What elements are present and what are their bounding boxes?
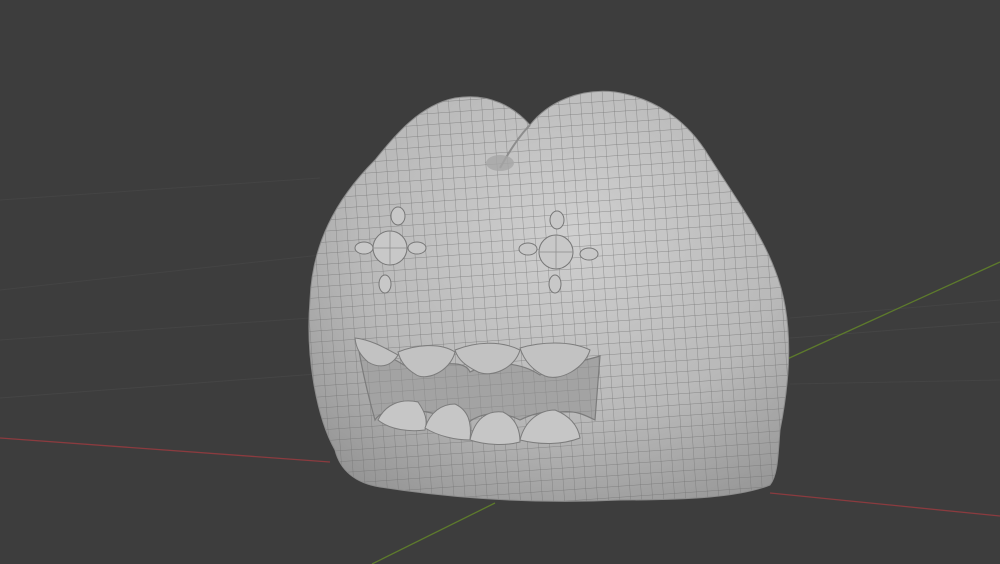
x-axis-line-right xyxy=(769,492,1000,517)
3d-viewport[interactable] xyxy=(0,0,1000,564)
viewport-canvas[interactable] xyxy=(0,0,1000,564)
x-axis-line xyxy=(0,437,331,463)
y-axis-line xyxy=(371,502,496,564)
y-axis-line-top xyxy=(784,261,1000,361)
monster-head-mesh[interactable] xyxy=(290,80,810,520)
